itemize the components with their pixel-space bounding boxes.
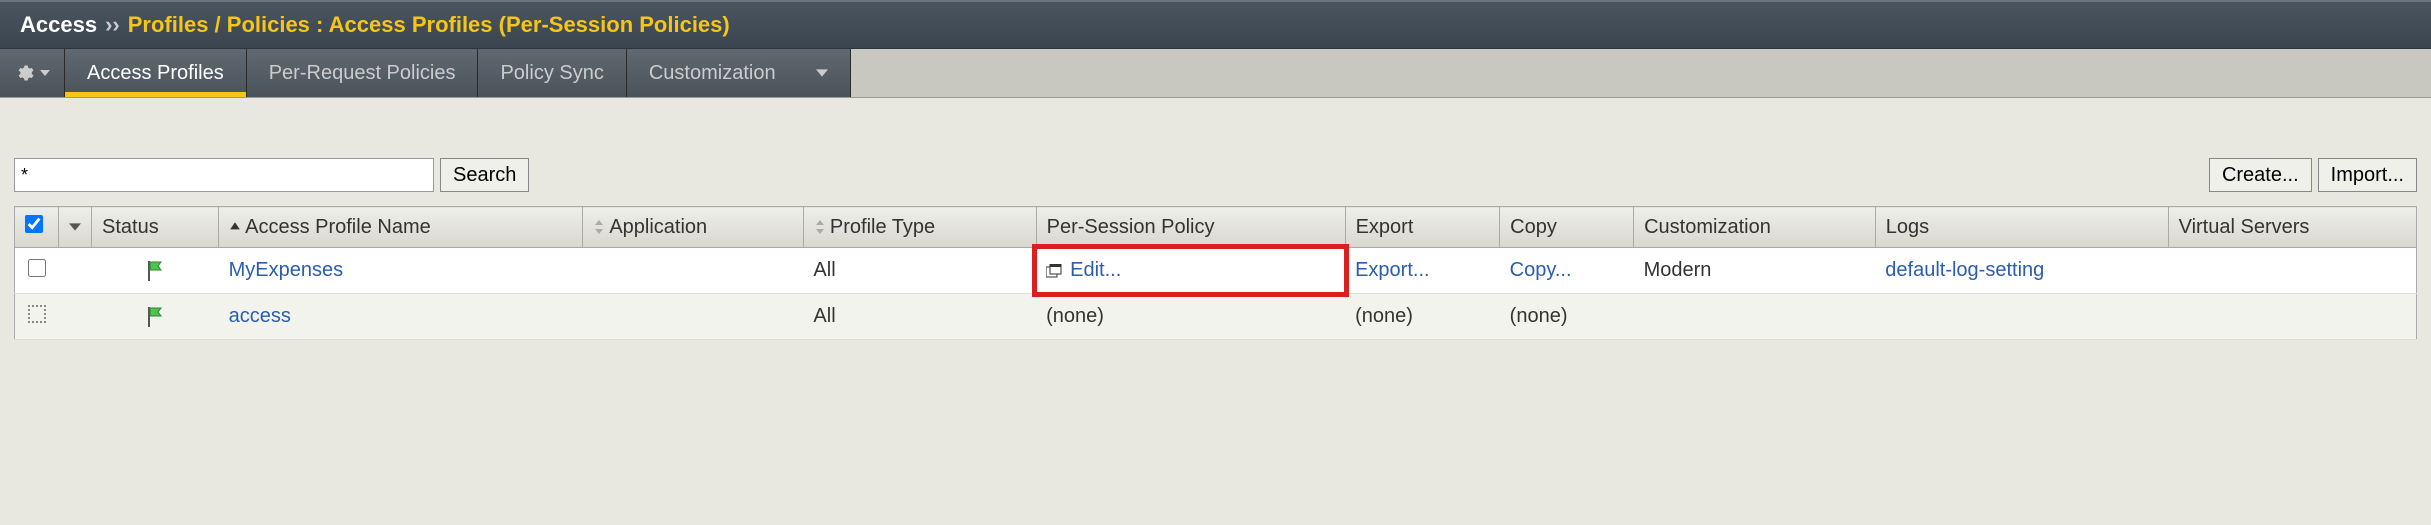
profile-name-link[interactable]: MyExpenses (229, 259, 344, 281)
breadcrumb-separator: ›› (105, 12, 120, 38)
tab-label: Per-Request Policies (269, 62, 456, 85)
copy-link[interactable]: Copy... (1510, 259, 1572, 281)
cell-logs: default-log-setting (1875, 248, 2168, 294)
tab-label: Customization (649, 62, 776, 85)
flag-icon (145, 260, 165, 282)
cell-export: Export... (1345, 248, 1500, 294)
cell-profile-type: All (803, 248, 1036, 294)
cell-virtual-servers (2168, 294, 2416, 340)
content-area: Search Create... Import... Status Access… (0, 98, 2431, 354)
column-profile-type-label: Profile Type (830, 216, 935, 238)
breadcrumb-path: Profiles / Policies : Access Profiles (P… (128, 12, 730, 38)
column-virtual-servers[interactable]: Virtual Servers (2168, 207, 2416, 248)
export-link[interactable]: Export... (1355, 259, 1429, 281)
sort-icon (814, 220, 826, 234)
toolbar-row: Search Create... Import... (14, 158, 2417, 192)
column-name-label: Access Profile Name (245, 216, 431, 238)
cell-profile-type: All (803, 294, 1036, 340)
cell-virtual-servers (2168, 248, 2416, 294)
table-row: accessAll(none)(none)(none) (15, 294, 2417, 340)
table-row: MyExpenses All Edit... Export... Copy... Mode… (15, 248, 2417, 294)
column-checkbox[interactable] (15, 207, 59, 248)
tab-policy-sync[interactable]: Policy Sync (478, 49, 626, 97)
tab-label: Access Profiles (87, 62, 224, 85)
tab-bar: Access Profiles Per-Request Policies Polic… (0, 49, 2431, 98)
cell-logs (1875, 294, 2168, 340)
gear-icon (14, 63, 34, 83)
profiles-table: Status Access Profile Name Application P… (14, 206, 2417, 340)
cell-copy: Copy... (1500, 248, 1634, 294)
breadcrumb-section: Access (20, 12, 97, 38)
breadcrumb-bar: Access ›› Profiles / Policies : Access P… (0, 0, 2431, 49)
column-export[interactable]: Export (1345, 207, 1500, 248)
column-logs[interactable]: Logs (1875, 207, 2168, 248)
create-button[interactable]: Create... (2209, 158, 2312, 192)
tab-label: Policy Sync (500, 62, 603, 85)
locked-checkbox-icon (28, 305, 46, 323)
cell-customization (1634, 294, 1876, 340)
chevron-down-icon (69, 221, 81, 233)
row-checkbox[interactable] (28, 259, 46, 277)
profile-name-link[interactable]: access (229, 305, 291, 327)
sort-icon (593, 220, 605, 234)
chevron-down-icon (40, 68, 50, 78)
chevron-down-icon (816, 67, 828, 79)
cell-per-session: Edit... (1036, 248, 1345, 294)
cell-copy: (none) (1500, 294, 1634, 340)
cell-application (583, 294, 804, 340)
column-copy[interactable]: Copy (1500, 207, 1634, 248)
column-filter-dropdown[interactable] (59, 207, 92, 248)
sort-asc-icon (229, 221, 241, 233)
gear-menu[interactable] (0, 49, 65, 97)
tab-access-profiles[interactable]: Access Profiles (65, 49, 247, 97)
flag-icon (145, 306, 165, 328)
column-customization[interactable]: Customization (1634, 207, 1876, 248)
cell-application (583, 248, 804, 294)
column-per-session[interactable]: Per-Session Policy (1036, 207, 1345, 248)
column-application-label: Application (609, 216, 707, 238)
column-name[interactable]: Access Profile Name (219, 207, 583, 248)
cell-export: (none) (1345, 294, 1500, 340)
select-all-checkbox[interactable] (25, 215, 43, 233)
column-status[interactable]: Status (92, 207, 219, 248)
tab-customization[interactable]: Customization (627, 49, 851, 97)
column-application[interactable]: Application (583, 207, 804, 248)
cell-per-session: (none) (1036, 294, 1345, 340)
import-button[interactable]: Import... (2318, 158, 2417, 192)
search-input[interactable] (14, 158, 434, 192)
search-button[interactable]: Search (440, 158, 529, 192)
logs-link[interactable]: default-log-setting (1885, 259, 2044, 281)
popup-icon (1046, 259, 1062, 282)
column-profile-type[interactable]: Profile Type (803, 207, 1036, 248)
tab-per-request-policies[interactable]: Per-Request Policies (247, 49, 479, 97)
edit-policy-link[interactable]: Edit... (1070, 259, 1121, 281)
cell-customization: Modern (1634, 248, 1876, 294)
